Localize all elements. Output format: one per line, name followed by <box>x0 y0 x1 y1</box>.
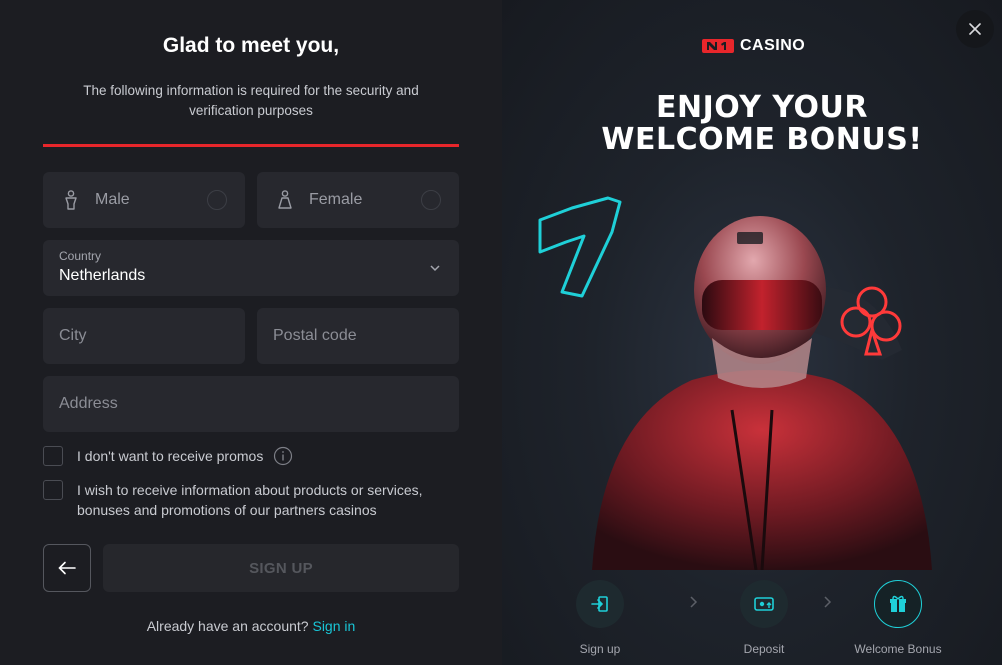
bonus-steps: Sign up Deposit Welcome Bonus <box>502 580 1002 660</box>
address-placeholder: Address <box>59 395 118 412</box>
step-sign-up-label: Sign up <box>579 642 621 656</box>
city-placeholder: City <box>59 327 87 344</box>
promo-opt-out-row: I don't want to receive promos <box>43 446 293 471</box>
gender-female-option[interactable]: Female <box>257 172 459 228</box>
arrow-left-icon <box>58 561 76 575</box>
form-subtitle: The following information is required fo… <box>83 83 419 118</box>
promo-opt-out-checkbox[interactable] <box>43 446 63 466</box>
gender-female-radio[interactable] <box>421 190 441 210</box>
info-icon[interactable] <box>273 446 293 471</box>
sign-in-link[interactable]: Sign in <box>312 618 355 634</box>
partners-opt-in-label: I wish to receive information about prod… <box>77 482 423 518</box>
close-icon <box>969 23 981 35</box>
gender-male-radio[interactable] <box>207 190 227 210</box>
promo-panel: CASINO ENJOY YOUR WELCOME BONUS! Sign up… <box>502 0 1002 665</box>
n1-logo-icon <box>702 39 734 53</box>
step-deposit: Deposit <box>714 580 814 656</box>
already-account-text: Already have an account? <box>146 618 309 634</box>
form-title: Glad to meet you, <box>162 34 340 57</box>
headline-line-2: WELCOME BONUS! <box>601 122 923 157</box>
promo-opt-out-label: I don't want to receive promos <box>77 448 264 464</box>
progress-bar <box>43 144 459 147</box>
logo-text: CASINO <box>740 37 806 54</box>
close-button[interactable] <box>956 10 994 48</box>
helmet-visor <box>702 280 822 330</box>
partners-opt-in-row: I wish to receive information about prod… <box>43 480 459 520</box>
country-value: Netherlands <box>59 267 146 284</box>
chevron-down-icon <box>429 261 441 279</box>
sign-in-prompt: Already have an account? Sign in <box>43 618 459 634</box>
step-sign-up: Sign up <box>550 580 650 656</box>
city-field[interactable]: City <box>43 308 245 364</box>
rider-jacket <box>592 370 932 570</box>
promo-headline: ENJOY YOUR WELCOME BONUS! <box>542 92 982 156</box>
gift-icon <box>874 580 922 628</box>
neon-seven-icon <box>538 196 622 298</box>
sign-up-button[interactable]: SIGN UP <box>103 544 459 592</box>
sign-in-icon <box>576 580 624 628</box>
address-field[interactable]: Address <box>43 376 459 432</box>
chevron-right-icon <box>690 596 698 608</box>
step-welcome-bonus: Welcome Bonus <box>848 580 948 656</box>
registration-form-panel: Glad to meet you, The following informat… <box>0 0 502 665</box>
female-icon <box>277 190 293 210</box>
chevron-right-icon <box>824 596 832 608</box>
deposit-icon <box>740 580 788 628</box>
country-label: Country <box>59 249 102 263</box>
back-button[interactable] <box>43 544 91 592</box>
gender-male-option[interactable]: Male <box>43 172 245 228</box>
step-welcome-bonus-label: Welcome Bonus <box>854 642 942 656</box>
male-icon <box>63 190 79 210</box>
hero-illustration <box>538 196 932 570</box>
gender-male-label: Male <box>95 191 130 208</box>
registration-modal: Glad to meet you, The following informat… <box>0 0 1002 665</box>
postal-code-field[interactable]: Postal code <box>257 308 459 364</box>
headline-line-1: ENJOY YOUR <box>656 90 868 125</box>
country-select[interactable]: Country Netherlands <box>43 240 459 296</box>
gender-female-label: Female <box>309 191 363 208</box>
postal-code-placeholder: Postal code <box>273 327 357 344</box>
step-deposit-label: Deposit <box>743 642 785 656</box>
casino-logo: CASINO <box>702 37 805 55</box>
partners-opt-in-checkbox[interactable] <box>43 480 63 500</box>
